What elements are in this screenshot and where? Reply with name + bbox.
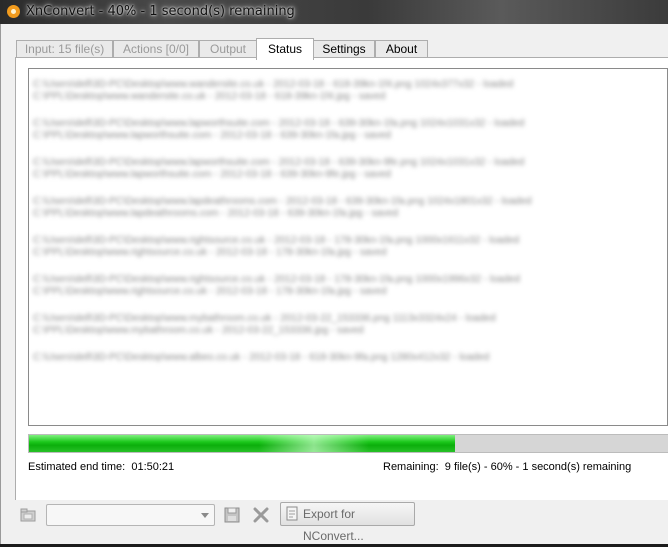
title-bar: XnConvert - 40% - 1 second(s) remaining — [0, 0, 668, 24]
export-nconvert-button[interactable]: Export for NConvert... — [280, 502, 415, 543]
main-window: Input: 15 file(s) Actions [0/0] Output S… — [0, 24, 668, 544]
remaining-status: Remaining: 9 file(s) - 60% - 1 second(s)… — [383, 461, 631, 473]
tab-output-label: Output — [209, 42, 247, 56]
remaining-value: 9 file(s) - 60% - 1 second(s) remaining — [444, 461, 632, 473]
remaining-label: Remaining: — [383, 461, 439, 473]
preset-select[interactable] — [46, 504, 215, 526]
log-entry: C:\Users\dell\3D-PC\Desktop\www.lapworth… — [33, 157, 525, 180]
log-entry: C:\Users\dell\3D-PC\Desktop\www.lapworth… — [33, 118, 525, 141]
estimated-end-label: Estimated end time: — [28, 461, 126, 473]
progress-glow — [259, 435, 369, 452]
status-panel: C:\Users\dell\3D-PC\Desktop\www.wandersi… — [15, 57, 668, 507]
estimated-end-time: Estimated end time: 01:50:21 — [28, 461, 174, 473]
log-entry: C:\Users\dell\3D-PC\Desktop\www.mybathro… — [33, 313, 496, 336]
log-entry: C:\Users\dell\3D-PC\Desktop\www.albeo.co… — [33, 352, 490, 363]
export-button-label: Export for NConvert... — [303, 507, 364, 543]
save-icon[interactable] — [223, 506, 241, 524]
chevron-down-icon — [201, 513, 209, 518]
tab-actions-label: Actions [0/0] — [122, 42, 190, 56]
tab-about-label: About — [385, 42, 418, 56]
log-entry: C:\Users\dell\3D-PC\Desktop\www.rightsou… — [33, 274, 520, 297]
log-entry: C:\Users\dell\3D-PC\Desktop\www.rightsou… — [33, 235, 520, 258]
tab-settings-label: Settings — [322, 42, 366, 56]
tab-status[interactable]: Status — [256, 38, 314, 60]
log-entry: C:\Users\dell\3D-PC\Desktop\www.wandersi… — [33, 79, 514, 102]
status-log[interactable]: C:\Users\dell\3D-PC\Desktop\www.wandersi… — [28, 68, 668, 426]
conversion-progress-bar — [28, 434, 668, 453]
xnconvert-app-icon — [7, 5, 20, 18]
export-icon — [286, 506, 298, 521]
tab-status-label: Status — [267, 42, 303, 56]
progress-fill — [29, 435, 456, 452]
bottom-toolbar: Export for NConvert... — [1, 500, 668, 544]
estimated-end-value: 01:50:21 — [131, 461, 175, 473]
log-entry: C:\Users\dell\3D-PC\Desktop\www.lapdeath… — [33, 196, 532, 219]
tab-input-label: Input: 15 file(s) — [24, 42, 105, 56]
delete-icon[interactable] — [252, 506, 270, 524]
open-folder-icon[interactable] — [19, 506, 37, 524]
window-title: XnConvert - 40% - 1 second(s) remaining — [26, 4, 295, 19]
